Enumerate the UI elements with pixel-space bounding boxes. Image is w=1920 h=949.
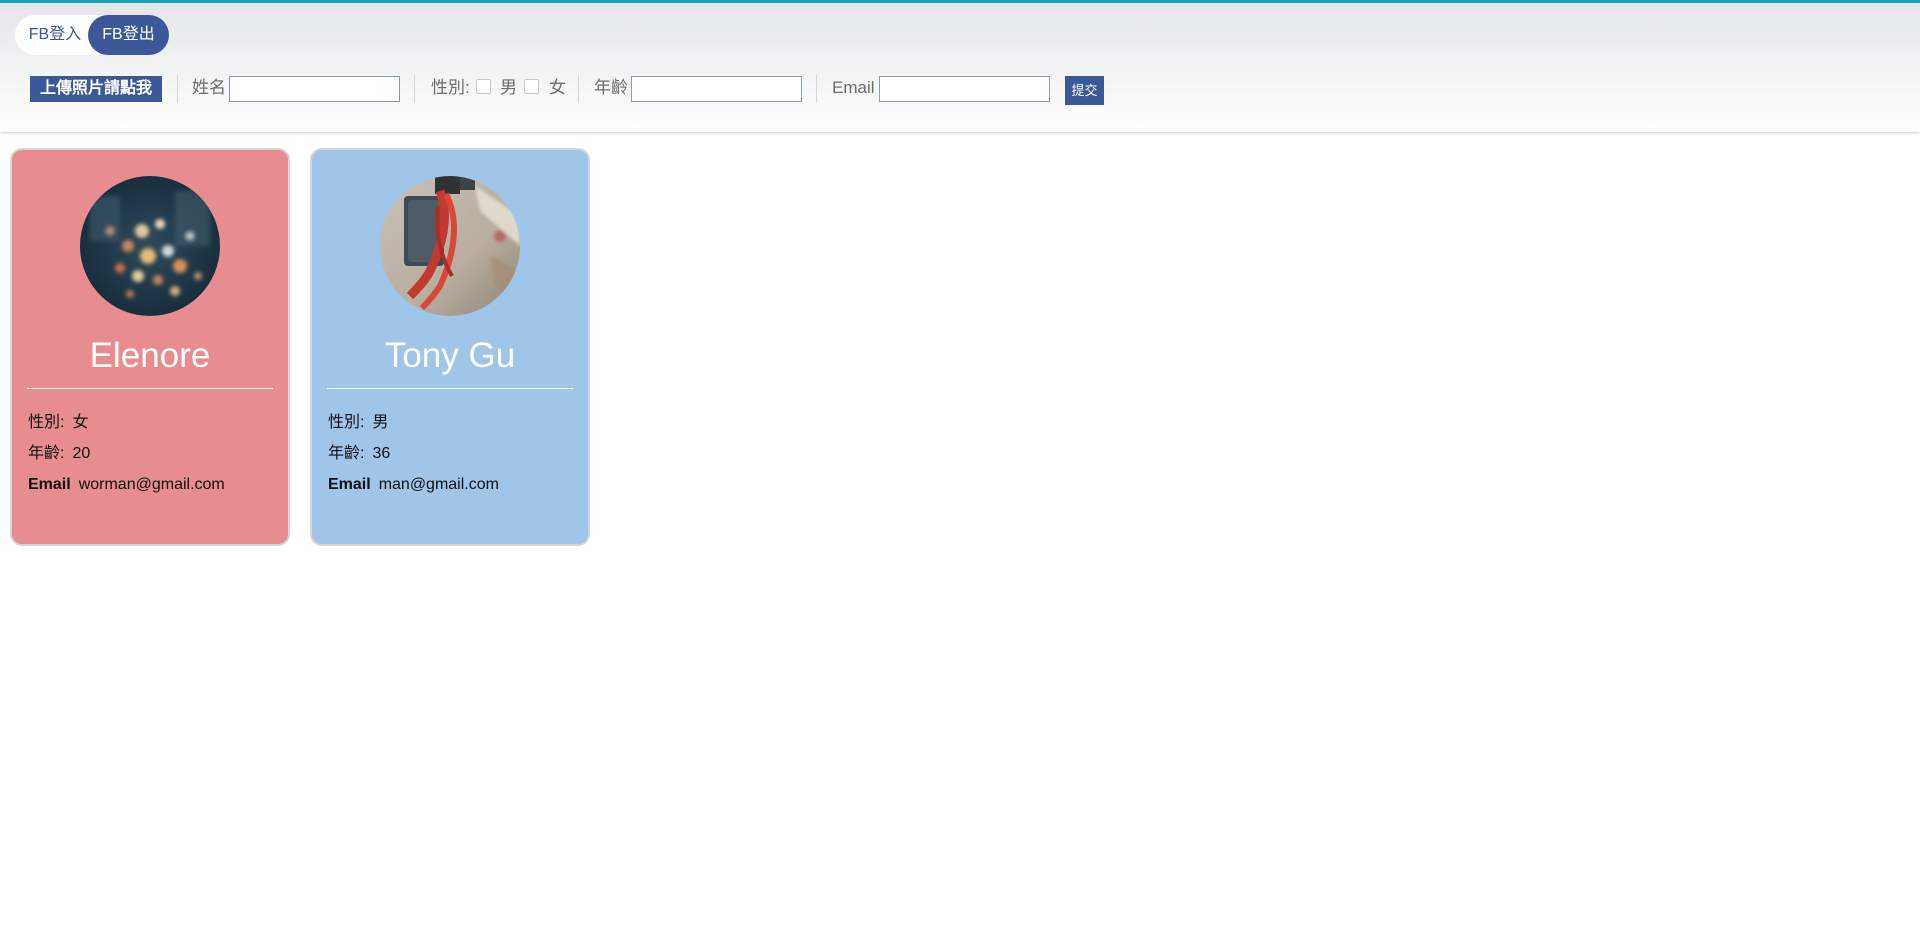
gender-label: 性別: [431, 78, 470, 97]
divider [177, 75, 178, 103]
card-name: Elenore [89, 336, 211, 375]
gender-row: 性別: 女 [28, 412, 88, 434]
divider [414, 75, 415, 103]
card-name: Tony Gu [384, 336, 516, 375]
age-row: 年齡: 20 [28, 443, 90, 465]
fb-login-button[interactable]: FB登入 [15, 15, 95, 55]
profile-form: 上傳照片請點我 姓名 性別: 男 女 年齡 Email 提交 [0, 73, 1920, 105]
email-row: Email worman@gmail.com [28, 474, 225, 496]
name-label: 姓名 [192, 78, 226, 97]
top-toolbar: FB登入 FB登出 上傳照片請點我 姓名 性別: 男 女 年齡 Email 提交 [0, 0, 1920, 132]
gender-male-checkbox[interactable] [476, 79, 491, 94]
gender-female-checkbox[interactable] [524, 79, 539, 94]
fb-logout-button[interactable]: FB登出 [88, 15, 169, 55]
email-row: Email man@gmail.com [328, 474, 499, 496]
gender-male-label: 男 [500, 78, 517, 97]
divider [816, 75, 817, 103]
age-input[interactable] [631, 76, 802, 102]
camera-strap-photo-icon [380, 176, 520, 316]
gender-key: 性別: [328, 414, 365, 431]
email-label: Email [832, 78, 875, 97]
age-value: 20 [72, 445, 91, 462]
name-input[interactable] [229, 76, 400, 102]
email-input[interactable] [879, 76, 1050, 102]
age-key: 年齡: [328, 445, 365, 462]
gender-row: 性別: 男 [328, 412, 388, 434]
email-value: worman@gmail.com [78, 476, 225, 493]
age-row: 年齡: 36 [328, 443, 390, 465]
card-divider [27, 388, 273, 389]
gender-key: 性別: [28, 414, 65, 431]
card-divider [327, 388, 573, 389]
email-key: Email [28, 476, 71, 493]
profile-card: Elenore 性別: 女 年齡: 20 Email worman@gmail.com [10, 148, 290, 546]
gender-female-label: 女 [549, 78, 566, 97]
age-value: 36 [372, 445, 391, 462]
age-key: 年齡: [28, 445, 65, 462]
fb-auth-toggle: FB登入 FB登出 [15, 15, 169, 55]
email-key: Email [328, 476, 371, 493]
submit-button[interactable]: 提交 [1065, 76, 1104, 105]
age-label: 年齡 [594, 78, 628, 97]
divider [578, 75, 579, 103]
city-lights-photo-icon [80, 176, 220, 316]
gender-value: 男 [372, 414, 389, 431]
upload-photo-button[interactable]: 上傳照片請點我 [30, 76, 162, 102]
gender-value: 女 [72, 414, 89, 431]
profile-card: Tony Gu 性別: 男 年齡: 36 Email man@gmail.com [310, 148, 590, 546]
email-value: man@gmail.com [378, 476, 499, 493]
